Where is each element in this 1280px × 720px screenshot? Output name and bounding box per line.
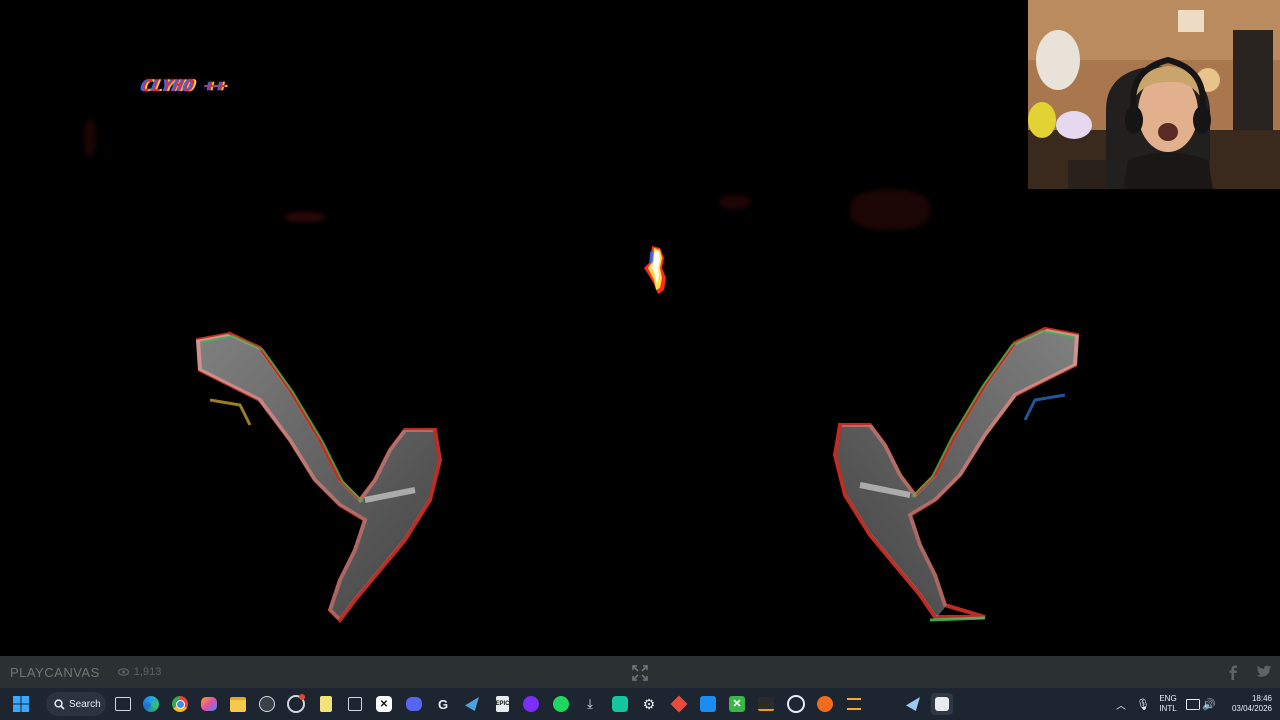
chevron-up-icon[interactable]: ︿ — [1110, 693, 1132, 715]
steam-icon[interactable] — [902, 693, 924, 715]
amazon-icon[interactable] — [755, 693, 777, 715]
playcanvas-footer: PLAYCANVAS 1,913 — [0, 656, 1280, 688]
search-label: Search — [69, 698, 101, 710]
epic-games-icon[interactable]: EPIC — [491, 693, 513, 715]
playcanvas-logo[interactable]: PLAYCANVAS — [10, 665, 100, 680]
app-red-diamond-icon[interactable] — [668, 693, 690, 715]
eye-icon — [117, 668, 129, 676]
download-icon[interactable]: ⤓ — [579, 693, 601, 715]
view-count: 1,913 — [117, 666, 162, 678]
windows-start-icon[interactable] — [10, 693, 32, 715]
app-teal-icon[interactable] — [609, 693, 631, 715]
discord-icon[interactable] — [403, 693, 425, 715]
microphone-icon[interactable]: 🎙 — [1132, 693, 1154, 715]
edge-icon[interactable] — [140, 693, 162, 715]
vscode-icon[interactable] — [697, 693, 719, 715]
crosshair-blob — [644, 246, 666, 294]
settings-icon[interactable]: ⚙ — [638, 693, 660, 715]
webcam-overlay — [1028, 0, 1280, 189]
glitch-smear — [84, 120, 96, 156]
active-app-icon[interactable] — [931, 693, 953, 715]
fullscreen-icon[interactable] — [631, 664, 649, 682]
clock-time: 18:46 — [1251, 694, 1272, 703]
spotify-icon[interactable] — [550, 693, 572, 715]
obs-icon[interactable] — [256, 693, 278, 715]
taskbar-search-button[interactable]: Search — [46, 692, 106, 716]
facebook-icon[interactable] — [1226, 664, 1240, 680]
language-code: ENG — [1159, 694, 1177, 703]
volume-icon[interactable]: 🔊 — [1198, 693, 1220, 715]
calendar-app-icon[interactable] — [344, 693, 366, 715]
clock-date: 03/04/2026 — [1231, 704, 1272, 713]
task-view-icon[interactable] — [112, 693, 134, 715]
hud-score-text: CLYHO ++ — [139, 76, 230, 95]
xbox-icon[interactable]: ✕ — [726, 693, 748, 715]
glitch-smear — [720, 195, 750, 209]
notes-app-icon[interactable] — [315, 693, 337, 715]
file-explorer-icon[interactable] — [227, 693, 249, 715]
app-g-icon[interactable]: G — [432, 693, 454, 715]
capcut-icon[interactable]: ✕ — [373, 693, 395, 715]
language-indicator[interactable]: ENG INTL — [1156, 694, 1180, 714]
view-count-value: 1,913 — [133, 666, 162, 678]
recording-app-icon[interactable] — [285, 693, 307, 715]
copilot-icon[interactable] — [198, 693, 220, 715]
search-icon — [54, 698, 65, 710]
windows-taskbar: Search ✕ G EPIC ⤓ ⚙ ✕ ︿ 🎙 ENG INTL 🔊 18:… — [0, 688, 1280, 720]
system-clock[interactable]: 18:46 03/04/2026 — [1222, 694, 1272, 714]
glitch-smear — [285, 212, 325, 222]
app-orange-icon[interactable] — [814, 693, 836, 715]
right-hand — [832, 326, 1080, 622]
app-purple-icon[interactable] — [520, 693, 542, 715]
chrome-icon[interactable] — [169, 693, 191, 715]
app-list-icon[interactable] — [843, 693, 865, 715]
language-layout: INTL — [1159, 704, 1177, 713]
app-steam-link-icon[interactable] — [461, 693, 483, 715]
webcam-feed — [1028, 0, 1280, 189]
glitch-smear — [850, 190, 930, 230]
left-hand — [195, 331, 443, 624]
app-ring-icon[interactable] — [785, 693, 807, 715]
twitter-icon[interactable] — [1256, 665, 1272, 679]
